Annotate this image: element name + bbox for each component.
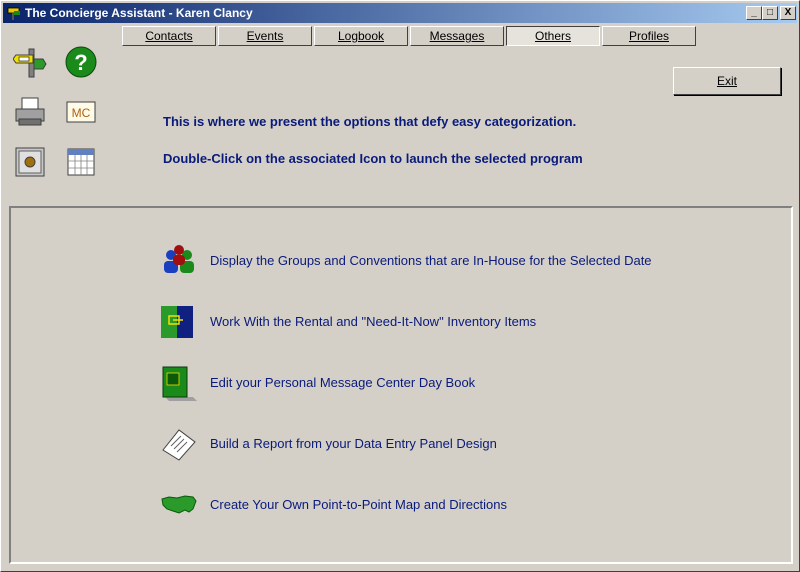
mc-icon[interactable]: MC: [64, 95, 98, 129]
tab-label: Events: [246, 29, 284, 43]
groups-icon[interactable]: [159, 241, 199, 281]
title-bar[interactable]: The Concierge Assistant - Karen Clancy _…: [3, 3, 797, 23]
option-label: Build a Report from your Data Entry Pane…: [210, 436, 497, 451]
svg-text:?: ?: [74, 50, 87, 75]
window-title: The Concierge Assistant - Karen Clancy: [25, 6, 253, 20]
map-icon[interactable]: [159, 485, 199, 525]
tab-contacts[interactable]: Contacts: [122, 26, 216, 46]
option-label: Work With the Rental and "Need-It-Now" I…: [210, 314, 537, 329]
calendar-icon[interactable]: [64, 145, 98, 179]
option-inventory[interactable]: Work With the Rental and "Need-It-Now" I…: [159, 302, 719, 342]
tab-label: Contacts: [145, 29, 193, 43]
exit-label: Exit: [716, 74, 737, 88]
tab-label: Others: [534, 29, 571, 43]
tab-label: Logbook: [337, 29, 385, 43]
inventory-icon[interactable]: [159, 302, 199, 342]
report-icon[interactable]: [159, 424, 199, 464]
option-label: Create Your Own Point-to-Point Map and D…: [210, 497, 507, 512]
tab-label: Profiles: [628, 29, 669, 43]
maximize-button[interactable]: □: [762, 6, 778, 20]
option-report[interactable]: Build a Report from your Data Entry Pane…: [159, 424, 719, 464]
app-window: The Concierge Assistant - Karen Clancy _…: [0, 0, 800, 572]
exit-button[interactable]: Exit: [673, 67, 781, 95]
printer-icon[interactable]: [13, 95, 47, 129]
options-panel: Display the Groups and Conventions that …: [9, 206, 793, 564]
signpost-icon[interactable]: [13, 45, 47, 79]
minimize-button[interactable]: _: [746, 6, 762, 20]
info-line-1: This is where we present the options tha…: [163, 114, 577, 129]
tab-label: Messages: [429, 29, 485, 43]
tab-events[interactable]: Events: [218, 26, 312, 46]
close-button[interactable]: X: [780, 6, 796, 20]
tab-others[interactable]: Others: [506, 26, 600, 46]
option-daybook[interactable]: Edit your Personal Message Center Day Bo…: [159, 363, 719, 403]
option-label: Display the Groups and Conventions that …: [210, 253, 652, 268]
tab-logbook[interactable]: Logbook: [314, 26, 408, 46]
tab-messages[interactable]: Messages: [410, 26, 504, 46]
help-icon[interactable]: ?: [64, 45, 98, 79]
safe-icon[interactable]: [13, 145, 47, 179]
option-groups[interactable]: Display the Groups and Conventions that …: [159, 241, 719, 281]
option-label: Edit your Personal Message Center Day Bo…: [210, 375, 476, 390]
tab-profiles[interactable]: Profiles: [602, 26, 696, 46]
info-line-2: Double-Click on the associated Icon to l…: [163, 151, 583, 166]
daybook-icon[interactable]: [159, 363, 199, 403]
mc-icon-text: MC: [72, 106, 91, 120]
app-icon: [7, 7, 20, 20]
option-map[interactable]: Create Your Own Point-to-Point Map and D…: [159, 485, 719, 525]
